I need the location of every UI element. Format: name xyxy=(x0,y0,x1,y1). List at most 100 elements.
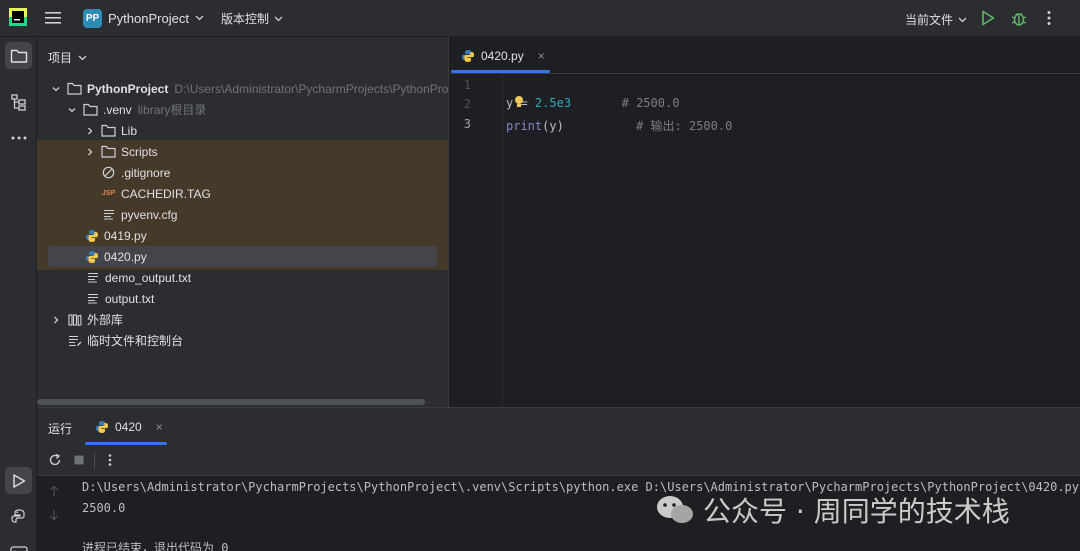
watermark-text: 公众号 · 周同学的技术栈 xyxy=(703,495,1010,528)
tree-item-hint: library根目录 xyxy=(137,103,207,117)
structure-tool-button[interactable] xyxy=(5,88,32,115)
horizontal-scrollbar[interactable] xyxy=(37,399,425,405)
tree-item-gitignore[interactable]: .gitignore xyxy=(37,162,448,183)
tree-item-scratches[interactable]: 临时文件和控制台 xyxy=(37,330,448,351)
chevron-down-icon[interactable] xyxy=(51,84,61,94)
project-badge: PP xyxy=(83,8,102,28)
active-tab-indicator xyxy=(451,70,550,73)
editor-tab-label: 0420.py xyxy=(481,48,524,63)
run-icon[interactable] xyxy=(981,10,995,26)
console-line: 2500.0 xyxy=(82,501,126,515)
stop-icon[interactable] xyxy=(72,453,86,467)
chevron-down-icon xyxy=(958,17,967,22)
python-file-icon xyxy=(462,49,474,62)
run-config-label: 当前文件 xyxy=(905,13,954,27)
toolbar-separator xyxy=(94,453,95,469)
python-packages-button[interactable] xyxy=(5,503,32,530)
tree-item-label: Scripts xyxy=(121,144,158,159)
title-bar: PP PythonProject 版本控制 当前文件 xyxy=(0,0,1080,37)
python-file-icon xyxy=(84,229,99,243)
terminal-tool-button[interactable] xyxy=(5,539,32,551)
tree-item-label: 0420.py xyxy=(104,249,147,264)
debug-icon[interactable] xyxy=(1010,9,1028,27)
tree-item-label: .gitignore xyxy=(121,165,171,180)
left-tool-strip xyxy=(0,37,37,551)
editor-tab-0420[interactable]: 0420.py × xyxy=(449,37,550,74)
folder-icon xyxy=(10,49,27,63)
folder-icon xyxy=(101,124,116,138)
watermark: 公众号 · 周同学的技术栈 xyxy=(655,490,1010,530)
python-file-icon xyxy=(84,250,99,264)
chevron-right-icon[interactable] xyxy=(85,147,95,157)
pycharm-logo-icon[interactable] xyxy=(9,8,27,26)
chevron-down-icon xyxy=(195,15,204,21)
code-line-3[interactable]: print(y) # 输出: 2500.0 xyxy=(506,117,732,134)
close-icon[interactable]: × xyxy=(538,49,545,63)
line-number: 2 xyxy=(463,97,471,111)
project-name: PythonProject xyxy=(108,10,189,26)
tree-item-lib[interactable]: Lib xyxy=(37,120,448,141)
arrow-down-icon[interactable] xyxy=(49,509,59,521)
python-console-icon xyxy=(10,508,25,523)
main-menu-icon[interactable] xyxy=(44,10,62,26)
rerun-icon[interactable] xyxy=(48,453,62,467)
tree-item-0420[interactable]: 0420.py xyxy=(48,246,437,267)
chevron-down-icon xyxy=(274,16,283,21)
arrow-up-icon[interactable] xyxy=(49,485,59,497)
run-configuration-selector[interactable]: 当前文件 xyxy=(905,11,967,28)
code-args: (y) xyxy=(542,119,564,133)
project-panel-title: 项目 xyxy=(48,51,73,65)
tree-item-pyvenv[interactable]: pyvenv.cfg xyxy=(37,204,448,225)
folder-icon xyxy=(67,82,82,96)
tree-item-label: 临时文件和控制台 xyxy=(87,334,184,348)
folder-icon xyxy=(101,145,116,159)
project-tool-button[interactable] xyxy=(5,42,32,69)
tree-item-0419[interactable]: 0419.py xyxy=(37,225,448,246)
tree-item-scripts[interactable]: Scripts xyxy=(37,141,448,162)
scratch-icon xyxy=(67,334,82,348)
close-icon[interactable]: × xyxy=(156,420,163,434)
tree-item-pythonproject[interactable]: PythonProject D:\Users\Administrator\Pyc… xyxy=(37,78,448,99)
chevron-down-icon xyxy=(78,55,87,60)
code-comment: # 2500.0 xyxy=(621,96,680,110)
tree-item-label: .venv xyxy=(103,102,132,117)
chevron-right-icon[interactable] xyxy=(51,315,61,325)
text-file-icon xyxy=(85,292,100,306)
python-file-icon xyxy=(96,420,108,433)
chevron-down-icon[interactable] xyxy=(67,105,77,115)
code-builtin: print xyxy=(506,119,543,133)
tree-item-label: 0419.py xyxy=(104,228,147,243)
text-file-icon xyxy=(101,208,116,222)
run-toolbar xyxy=(37,445,1080,476)
vcs-menu[interactable]: 版本控制 xyxy=(221,10,283,27)
more-horizontal-icon xyxy=(11,136,26,139)
code-line-2[interactable]: y = 2.5e3 # 2500.0 xyxy=(506,96,679,110)
lightbulb-icon[interactable] xyxy=(513,95,525,109)
more-tools-button[interactable] xyxy=(5,124,32,151)
line-number: 3 xyxy=(463,117,471,131)
jsp-file-icon: JSP xyxy=(101,190,116,197)
tree-item-label: pyvenv.cfg xyxy=(121,207,178,222)
tree-item-external-libraries[interactable]: 外部库 xyxy=(37,309,448,330)
project-panel: 项目 PythonProject D:\Users\Administrator\… xyxy=(37,37,448,407)
run-tab-0420[interactable]: 0420 × xyxy=(85,408,167,445)
text-file-icon xyxy=(85,271,100,285)
project-switcher[interactable]: PP PythonProject xyxy=(83,8,204,28)
console-line: 进程已结束，退出代码为 0 xyxy=(82,541,229,551)
code-comment: # 输出: 2500.0 xyxy=(636,119,733,133)
tree-item-demo-output[interactable]: demo_output.txt xyxy=(37,267,448,288)
run-tool-button[interactable] xyxy=(5,467,32,494)
editor: 0420.py × 1 2 3 y = 2.5e3 # 2500.0 print… xyxy=(448,37,1080,407)
project-panel-header[interactable]: 项目 xyxy=(48,49,87,66)
tree-item-output[interactable]: output.txt xyxy=(37,288,448,309)
more-actions-icon[interactable] xyxy=(1044,10,1054,26)
run-panel-title: 运行 xyxy=(48,422,73,436)
chevron-right-icon[interactable] xyxy=(85,126,95,136)
tree-item-path: D:\Users\Administrator\PycharmProjects\P… xyxy=(174,81,448,96)
tree-item-label: output.txt xyxy=(105,291,155,306)
tree-item-cachedir[interactable]: JSP CACHEDIR.TAG xyxy=(37,183,448,204)
run-tab-label: 0420 xyxy=(115,419,142,434)
wechat-icon xyxy=(657,496,693,523)
tree-item-venv[interactable]: .venv library根目录 xyxy=(37,99,448,120)
more-actions-icon[interactable] xyxy=(103,453,117,467)
